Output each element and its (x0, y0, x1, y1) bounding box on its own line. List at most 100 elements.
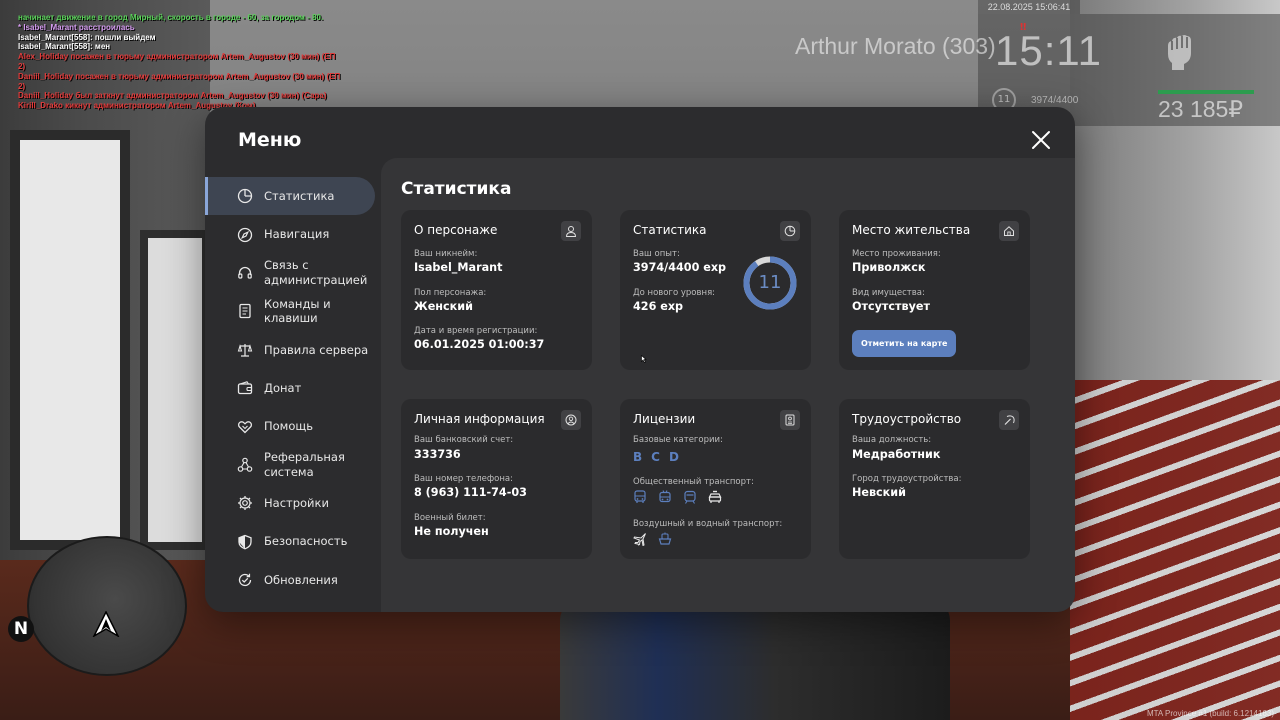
user-circle-icon (561, 410, 581, 430)
chat-log: начинает движение в город Мирный, скорос… (18, 13, 348, 111)
chat-line: * Isabel_Marant расстроилась (18, 22, 135, 32)
document-icon (239, 304, 251, 319)
mark-on-map-button[interactable]: Отметить на карте (852, 330, 957, 357)
sidebar-item-help[interactable]: Помощь (205, 407, 381, 445)
compass-icon (237, 227, 253, 242)
card-character: О персонаже Ваш никнейм: Isabel_Marant П… (401, 210, 592, 370)
sidebar-item-label: Команды и клавиши (264, 296, 331, 326)
sidebar-item-label: Правила сервера (264, 342, 369, 357)
menu-title: Меню (238, 129, 302, 151)
refresh-check-icon (238, 573, 252, 587)
card-title: Трудоустройство (852, 412, 962, 426)
card-employment: Трудоустройство Ваша должность: Медработ… (839, 399, 1030, 559)
gender-label: Пол персонажа: (414, 288, 487, 298)
sidebar-item-navigation[interactable]: Навигация (205, 215, 381, 253)
content-area: Статистика О персонаже Ваш никнейм: Isab… (381, 158, 1075, 612)
sidebar-item-rules[interactable]: Правила сервера (205, 331, 381, 369)
card-title: Статистика (633, 223, 707, 237)
chat-line: 2) (18, 61, 26, 71)
sidebar-item-commands[interactable]: Команды и клавиши (205, 292, 381, 330)
mouse-cursor-icon (641, 355, 647, 363)
sidebar-item-statistics[interactable]: Статистика (205, 177, 375, 216)
scales-icon (237, 343, 253, 357)
page-title: Статистика (401, 179, 512, 199)
exp-label: Ваш опыт: (633, 249, 680, 259)
boat-icon (658, 532, 672, 545)
house-icon (999, 221, 1019, 241)
next-level-label: До нового уровня: (633, 288, 716, 298)
sidebar-item-label: Статистика (264, 188, 335, 203)
wallet-icon (237, 381, 253, 395)
sidebar-item-referral[interactable]: Реферальная система (205, 446, 381, 484)
alert-icon: ‼ (1020, 22, 1027, 33)
stairs (1070, 380, 1280, 720)
place-label: Место проживания: (852, 249, 941, 259)
network-icon (237, 457, 253, 472)
window (140, 230, 210, 550)
sidebar-item-label: Реферальная система (264, 450, 345, 479)
user-icon (561, 221, 581, 241)
chat-line: Isabel_Marant[558]: пошли выйдем (18, 32, 156, 42)
id-card-icon (780, 410, 800, 430)
property-label: Вид имущества: (852, 288, 925, 298)
sidebar-item-donate[interactable]: Донат (205, 369, 381, 407)
sidebar-item-label: Безопасность (264, 534, 348, 549)
handshake-icon (237, 420, 253, 433)
air-water-transport-icons (633, 532, 672, 546)
sidebar-item-updates[interactable]: Обновления (205, 561, 381, 599)
chat-line: Alex_Holiday посажен в тюрьму администра… (18, 52, 336, 62)
characters (560, 600, 950, 720)
work-city-value: Невский (852, 486, 906, 499)
category-b: B (633, 450, 643, 464)
nickname-value: Isabel_Marant (414, 261, 503, 274)
plane-icon (633, 533, 646, 546)
position-value: Медработник (852, 448, 941, 461)
registration-value: 06.01.2025 01:00:37 (414, 338, 545, 351)
health-bar (1158, 90, 1254, 94)
sidebar-item-label: Навигация (264, 227, 330, 242)
window (10, 130, 130, 550)
card-stats: Статистика Ваш опыт: 3974/4400 exp До но… (620, 210, 811, 370)
sidebar-item-label: Помощь (264, 419, 314, 434)
work-city-label: Город трудоустройства: (852, 474, 962, 484)
base-categories: B C D (633, 450, 679, 464)
sidebar-item-label: Связь с администрацией (264, 258, 368, 287)
military-label: Военный билет: (414, 513, 486, 523)
pickaxe-icon (999, 410, 1019, 430)
gender-value: Женский (414, 300, 473, 313)
chat-line: Daniil_Holiday был заткнут администратор… (18, 91, 327, 101)
hud-clock: 15:11 (995, 27, 1102, 74)
military-value: Не получен (414, 525, 489, 538)
chat-line: Isabel_Marant[558]: мен (18, 42, 111, 52)
sidebar-item-settings[interactable]: Настройки (205, 484, 381, 522)
position-label: Ваша должность: (852, 435, 932, 445)
place-value: Приволжск (852, 261, 926, 274)
close-icon[interactable] (1030, 129, 1052, 151)
base-categories-label: Базовые категории: (633, 435, 723, 445)
bank-value: 333736 (414, 448, 461, 461)
card-personal: Личная информация Ваш банковский счет: 3… (401, 399, 592, 559)
sidebar-item-label: Донат (264, 380, 302, 395)
tram-icon (684, 490, 696, 504)
level-number: 11 (758, 272, 782, 293)
fist-icon (1168, 35, 1191, 70)
nickname-label: Ваш никнейм: (414, 249, 478, 259)
hud-datetime: 22.08.2025 15:06:41 (978, 0, 1080, 14)
sidebar-item-security[interactable]: Безопасность (205, 523, 381, 561)
public-transport-label: Общественный транспорт: (633, 477, 754, 487)
trolleybus-icon (659, 490, 671, 503)
hud-money: 23 185₽ (1158, 96, 1243, 122)
card-title: Лицензии (633, 412, 696, 426)
card-title: Личная информация (414, 412, 545, 426)
chat-line: Daniil_Holiday посажен в тюрьму админист… (18, 71, 341, 81)
north-icon: N (8, 616, 34, 642)
air-water-transport-label: Воздушный и водный транспорт: (633, 519, 783, 529)
chat-line: 2) (18, 81, 26, 91)
next-level-value: 426 exp (633, 300, 684, 313)
sidebar-item-label: Настройки (264, 496, 329, 511)
bus-icon (634, 490, 646, 503)
menu-window: Меню Статистика Навигация Связь с админи… (205, 107, 1075, 612)
minimap (27, 536, 187, 676)
sidebar-item-contact-admin[interactable]: Связь с администрацией (205, 254, 381, 292)
gear-icon (238, 496, 252, 511)
